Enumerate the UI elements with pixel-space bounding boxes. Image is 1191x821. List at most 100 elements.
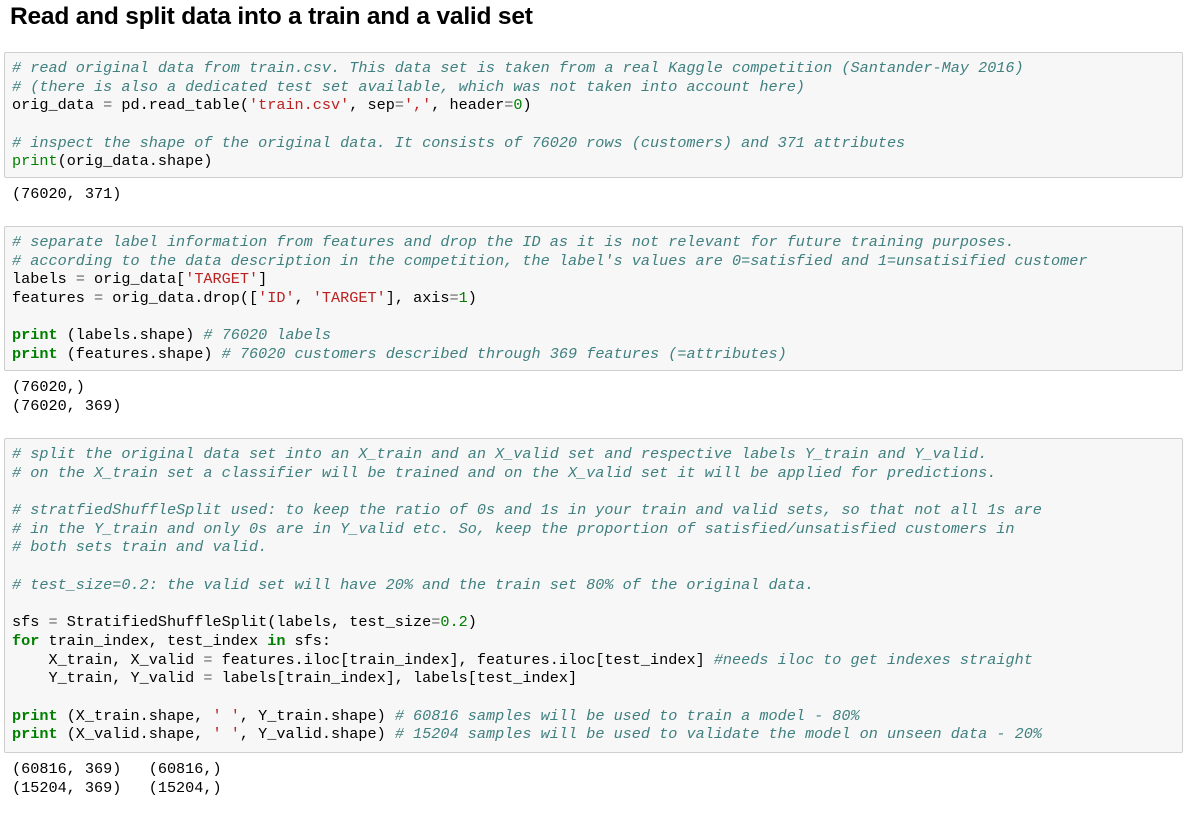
code-line: # inspect the shape of the original data… bbox=[12, 134, 1024, 153]
code-line: print (X_train.shape, ' ', Y_train.shape… bbox=[12, 707, 1042, 726]
code-token: = bbox=[94, 289, 104, 308]
code-token: # test_size=0.2: the valid set will have… bbox=[12, 575, 815, 594]
code-line: print(orig_data.shape) bbox=[12, 152, 1024, 171]
code-token: orig_data.drop([ bbox=[103, 289, 259, 308]
code-token: sfs bbox=[12, 613, 49, 632]
output-line: (76020,) bbox=[12, 378, 85, 396]
code-token: print bbox=[12, 326, 58, 345]
code-line: # stratfiedShuffleSplit used: to keep th… bbox=[12, 501, 1042, 520]
code-token: StratifiedShuffleSplit(labels, test_size bbox=[57, 613, 432, 632]
output-line: (76020, 371) bbox=[12, 185, 122, 203]
code-input-2[interactable]: # separate label information from featur… bbox=[12, 233, 1087, 364]
code-token: , Y_train.shape) bbox=[239, 706, 395, 725]
cell-output-1: (76020, 371) bbox=[12, 185, 121, 204]
code-token: 'TARGET' bbox=[185, 270, 259, 289]
code-line: # according to the data description in t… bbox=[12, 252, 1087, 271]
code-token: print bbox=[12, 345, 58, 364]
code-token: X_train, X_valid bbox=[12, 650, 204, 669]
code-token: ) bbox=[467, 289, 477, 308]
code-token: # read original data from train.csv. Thi… bbox=[12, 59, 1024, 77]
code-token: for bbox=[12, 631, 40, 650]
code-line: # split the original data set into an X_… bbox=[12, 445, 1042, 464]
code-token: print bbox=[12, 152, 58, 171]
code-token: ',' bbox=[403, 96, 432, 115]
code-token: = bbox=[394, 96, 404, 115]
code-token: # 15204 samples will be used to validate… bbox=[394, 725, 1042, 744]
code-token: , sep bbox=[349, 96, 395, 115]
code-token: # 76020 customers described through 369 … bbox=[221, 345, 787, 364]
code-token: train_index, test_index bbox=[39, 631, 268, 650]
code-token: features bbox=[12, 289, 95, 308]
code-token: , header bbox=[431, 96, 505, 115]
output-line: (76020, 369) bbox=[12, 396, 122, 415]
code-token: = bbox=[48, 613, 58, 632]
code-line: # read original data from train.csv. Thi… bbox=[12, 59, 1024, 78]
code-token: print bbox=[12, 706, 58, 725]
code-line: sfs = StratifiedShuffleSplit(labels, tes… bbox=[12, 613, 1042, 632]
code-token: (X_train.shape, bbox=[57, 706, 213, 725]
code-token: sfs: bbox=[285, 631, 332, 650]
code-input-3[interactable]: # split the original data set into an X_… bbox=[12, 445, 1042, 744]
code-line: orig_data = pd.read_table('train.csv', s… bbox=[12, 96, 1024, 115]
code-token: (X_valid.shape, bbox=[57, 725, 213, 744]
code-token: ' ' bbox=[212, 706, 240, 725]
code-token: # stratfiedShuffleSplit used: to keep th… bbox=[12, 501, 1042, 520]
code-token: # separate label information from featur… bbox=[12, 233, 1015, 251]
code-token: orig_data[ bbox=[84, 270, 186, 289]
code-line: labels = orig_data['TARGET'] bbox=[12, 270, 1087, 289]
code-token: 0.2 bbox=[440, 613, 468, 632]
code-token: = bbox=[203, 669, 213, 688]
code-token: in bbox=[267, 631, 286, 650]
code-token: = bbox=[75, 270, 85, 289]
code-token: ], axis bbox=[385, 289, 450, 308]
code-line: Y_train, Y_valid = labels[train_index], … bbox=[12, 669, 1042, 688]
code-line: print (labels.shape) # 76020 labels bbox=[12, 326, 1087, 345]
code-line: # test_size=0.2: the valid set will have… bbox=[12, 576, 1042, 595]
code-line: X_train, X_valid = features.iloc[train_i… bbox=[12, 651, 1042, 670]
code-token: features.iloc[train_index], features.ilo… bbox=[212, 650, 714, 669]
code-line: features = orig_data.drop(['ID', 'TARGET… bbox=[12, 289, 1087, 308]
code-token: ' ' bbox=[212, 725, 240, 744]
code-line: # (there is also a dedicated test set av… bbox=[12, 78, 1024, 97]
code-token: (orig_data.shape) bbox=[57, 152, 213, 171]
code-line: # both sets train and valid. bbox=[12, 538, 1042, 557]
code-line: # separate label information from featur… bbox=[12, 233, 1087, 252]
code-token: # 60816 samples will be used to train a … bbox=[394, 706, 860, 725]
code-token: # inspect the shape of the original data… bbox=[12, 133, 906, 152]
code-token: labels bbox=[12, 270, 76, 289]
code-token: (labels.shape) bbox=[57, 326, 204, 345]
code-token: #needs iloc to get indexes straight bbox=[713, 650, 1033, 669]
code-token: # split the original data set into an X_… bbox=[12, 445, 988, 463]
code-token: 'TARGET' bbox=[312, 289, 386, 308]
code-token: 1 bbox=[458, 289, 468, 308]
code-token: orig_data bbox=[12, 96, 104, 115]
code-line: print (X_valid.shape, ' ', Y_valid.shape… bbox=[12, 725, 1042, 744]
code-line: # in the Y_train and only 0s are in Y_va… bbox=[12, 520, 1042, 539]
code-token: = bbox=[103, 96, 113, 115]
code-token: ] bbox=[258, 270, 268, 289]
code-token: # (there is also a dedicated test set av… bbox=[12, 77, 805, 96]
output-line: (15204, 369) (15204,) bbox=[12, 778, 222, 797]
code-token: = bbox=[203, 650, 213, 669]
page-title: Read and split data into a train and a v… bbox=[10, 3, 533, 30]
code-token: ) bbox=[467, 613, 477, 632]
code-token: , bbox=[294, 289, 313, 308]
code-token: # both sets train and valid. bbox=[12, 538, 268, 557]
code-token: # on the X_train set a classifier will b… bbox=[12, 463, 997, 482]
code-line: # on the X_train set a classifier will b… bbox=[12, 464, 1042, 483]
code-token: = bbox=[449, 289, 459, 308]
code-token: (features.shape) bbox=[57, 345, 222, 364]
code-token: 'train.csv' bbox=[248, 96, 350, 115]
code-token: , Y_valid.shape) bbox=[239, 725, 395, 744]
cell-output-3: (60816, 369) (60816,) (15204, 369) (15204… bbox=[12, 760, 222, 797]
output-line: (60816, 369) (60816,) bbox=[12, 760, 222, 778]
code-token: # 76020 labels bbox=[203, 326, 332, 345]
code-line: print (features.shape) # 76020 customers… bbox=[12, 345, 1087, 364]
notebook-page: Read and split data into a train and a v… bbox=[0, 0, 1191, 821]
code-input-1[interactable]: # read original data from train.csv. Thi… bbox=[12, 59, 1024, 171]
